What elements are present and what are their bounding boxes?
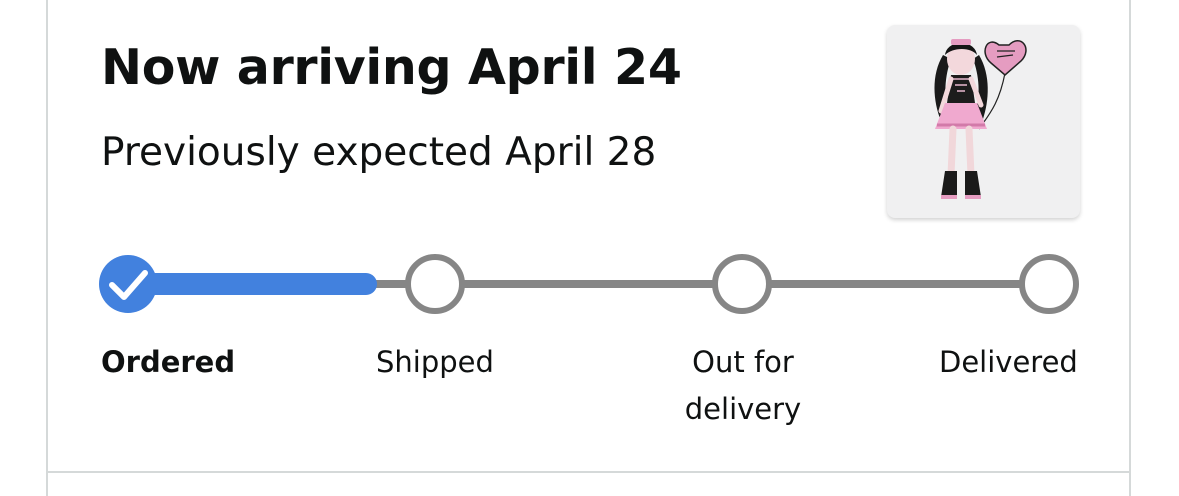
doll-figure-icon (934, 39, 1027, 199)
order-tracking-screen: Now arriving April 24 Previously expecte… (0, 0, 1179, 496)
step-label-ordered: Ordered (101, 345, 236, 379)
step-label-delivered: Delivered (939, 345, 1078, 379)
card-divider (48, 471, 1129, 473)
step-label-out-for-delivery: Out for delivery (684, 345, 802, 426)
step-label-shipped: Shipped (376, 345, 494, 379)
previous-expected-date: Previously expected April 28 (101, 130, 657, 175)
product-thumbnail[interactable] (887, 25, 1080, 218)
arrival-headline: Now arriving April 24 (101, 39, 682, 96)
